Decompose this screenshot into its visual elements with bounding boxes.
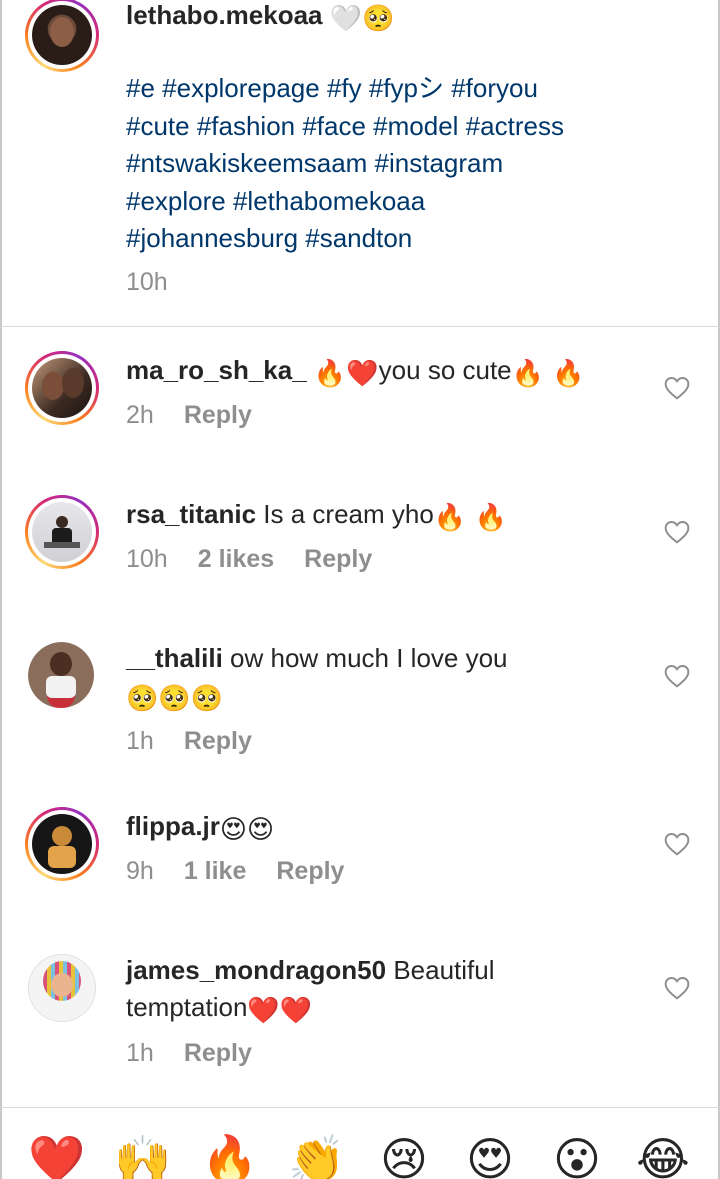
comment-username[interactable]: flippa.jr [126, 811, 220, 841]
comment-body: james_mondragon50 Beautiful [126, 952, 495, 989]
heart-eyes-reaction-icon[interactable]: 😍 [461, 1130, 519, 1179]
reply-button[interactable]: Reply [276, 857, 344, 885]
fire-emojis: 🔥 🔥 [511, 359, 585, 389]
fire-heart-emojis: 🔥❤️ [313, 359, 379, 389]
fire-emojis: 🔥 🔥 [433, 503, 507, 533]
comment-timestamp: 2h [126, 401, 154, 429]
reply-button[interactable]: Reply [184, 401, 252, 429]
caption-divider [0, 326, 720, 327]
heart-eyes-emojis: 😍😍 [219, 815, 275, 845]
comment-timestamp: 9h [126, 857, 154, 885]
comment-body: rsa_titanic Is a cream yho🔥 🔥 [126, 496, 507, 533]
comment-username[interactable]: rsa_titanic [126, 499, 256, 529]
comment-username[interactable]: james_mondragon50 [126, 955, 386, 985]
comment-avatar[interactable] [28, 642, 96, 710]
comment-meta: 10h 2 likes Reply [126, 545, 402, 574]
comment-body: flippa.jr 😍😍 [126, 808, 274, 845]
post-timestamp: 10h [126, 268, 168, 296]
heart-reaction-icon[interactable]: ❤️ [28, 1130, 86, 1179]
comment-text: you so cute [378, 355, 512, 385]
comment-text-continued: temptation [126, 992, 248, 1022]
comment-text: Is a cream yho [256, 499, 434, 529]
pleading-face-emojis: 🥺🥺🥺 [126, 684, 224, 714]
red-heart-emojis: ❤️❤️ [247, 996, 313, 1026]
clapping-reaction-icon[interactable]: 👏 [288, 1130, 346, 1179]
like-heart-icon[interactable] [664, 376, 690, 400]
hashtag-line[interactable]: #cute #fashion #face #model #actress [126, 108, 564, 146]
comment-meta: 2h Reply [126, 401, 282, 430]
comment-timestamp: 1h [126, 727, 154, 755]
like-heart-icon[interactable] [664, 832, 690, 856]
comment-body-line2: temptation❤️❤️ [126, 989, 312, 1026]
reply-button[interactable]: Reply [184, 1039, 252, 1067]
pleading-face-icon: 🥺 [362, 4, 395, 34]
crying-face-reaction-icon[interactable]: 😢 [375, 1130, 433, 1179]
white-heart-icon: 🤍 [329, 4, 363, 34]
laughing-face-reaction-icon[interactable]: 😂 [634, 1130, 692, 1179]
hashtag-line[interactable]: #johannesburg #sandton [126, 220, 564, 258]
post-author-avatar[interactable] [25, 0, 99, 72]
comment-meta: 9h 1 like Reply [126, 857, 374, 886]
comment-avatar[interactable] [25, 807, 99, 881]
comment-spacer [307, 355, 314, 385]
comment-username[interactable]: __thalili [126, 643, 223, 673]
fire-reaction-icon[interactable]: 🔥 [201, 1130, 259, 1179]
like-heart-icon[interactable] [664, 976, 690, 1000]
hashtag-line[interactable]: #e #explorepage #fy #fypシ #foryou [126, 70, 564, 108]
frame-border-left [0, 0, 2, 1179]
quick-reactions-divider [0, 1107, 720, 1108]
comment-avatar[interactable] [25, 351, 99, 425]
like-heart-icon[interactable] [664, 664, 690, 688]
post-meta: 10h [126, 268, 198, 297]
comment-username[interactable]: ma_ro_sh_ka_ [126, 355, 307, 385]
hashtag-line[interactable]: #ntswakiskeemsaam #instagram [126, 145, 564, 183]
likes-count[interactable]: 1 like [184, 857, 247, 885]
post-caption-header: lethabo.mekoaa 🤍🥺 [126, 0, 395, 34]
like-heart-icon[interactable] [664, 520, 690, 544]
surprised-face-reaction-icon[interactable]: 😮 [548, 1130, 606, 1179]
likes-count[interactable]: 2 likes [198, 545, 274, 573]
comment-body: ma_ro_sh_ka_ 🔥❤️you so cute🔥 🔥 [126, 352, 585, 389]
comment-text: ow how much I love you [222, 643, 508, 673]
comment-meta: 1h Reply [126, 727, 282, 756]
comment-avatar[interactable] [25, 495, 99, 569]
reply-button[interactable]: Reply [304, 545, 372, 573]
comment-meta: 1h Reply [126, 1039, 282, 1068]
comment-timestamp: 10h [126, 545, 168, 573]
comment-body-line2: 🥺🥺🥺 [126, 677, 223, 714]
comment-text: Beautiful [386, 955, 495, 985]
comment-timestamp: 1h [126, 1039, 154, 1067]
post-hashtags: #e #explorepage #fy #fypシ #foryou #cute … [126, 70, 564, 258]
raised-hands-reaction-icon[interactable]: 🙌 [114, 1130, 172, 1179]
post-author-username[interactable]: lethabo.mekoaa [126, 0, 323, 30]
quick-reaction-bar: ❤️ 🙌 🔥 👏 😢 😍 😮 😂 [0, 1124, 720, 1179]
reply-button[interactable]: Reply [184, 727, 252, 755]
comment-avatar[interactable] [28, 954, 96, 1022]
hashtag-line[interactable]: #explore #lethabomekoaa [126, 183, 564, 221]
comment-body: __thalili ow how much I love you [126, 640, 508, 677]
